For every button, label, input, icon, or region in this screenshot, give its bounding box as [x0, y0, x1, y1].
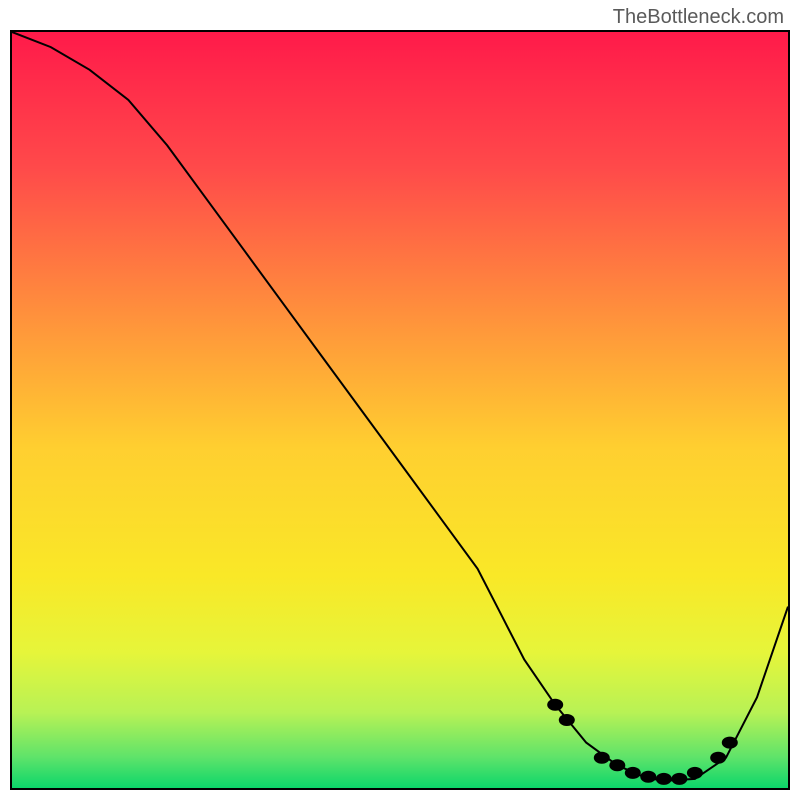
data-marker — [547, 699, 563, 711]
data-marker — [656, 773, 672, 785]
data-marker — [722, 737, 738, 749]
attribution-label: TheBottleneck.com — [613, 6, 784, 29]
data-marker — [609, 759, 625, 771]
data-marker — [559, 714, 575, 726]
data-marker — [640, 771, 656, 783]
data-marker — [710, 752, 726, 764]
plot-area — [10, 30, 790, 790]
marker-layer — [12, 32, 788, 788]
data-marker — [671, 773, 687, 785]
data-marker — [625, 767, 641, 779]
data-marker — [594, 752, 610, 764]
data-marker — [687, 767, 703, 779]
chart-container: TheBottleneck.com — [0, 0, 800, 800]
